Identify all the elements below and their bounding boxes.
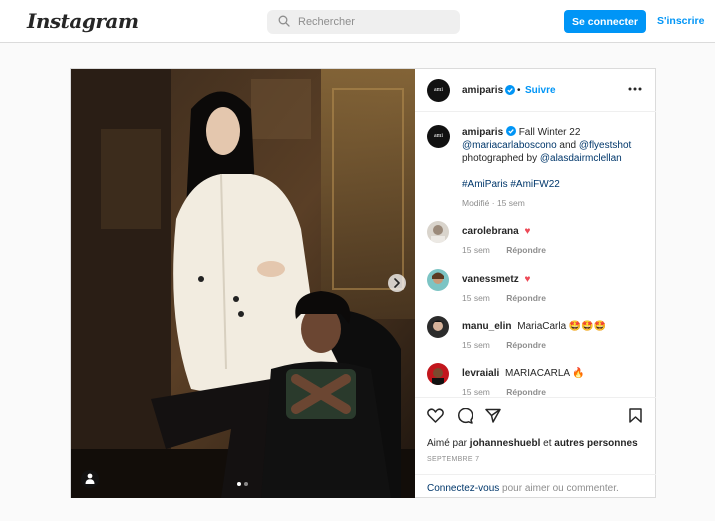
post-header: ami amiparis • Suivre — [415, 69, 656, 112]
separator-dot: • — [517, 85, 521, 96]
top-navigation-bar: Instagram Se connecter S'inscrire — [0, 0, 715, 43]
carousel-dot — [237, 482, 241, 486]
post-photo — [71, 69, 415, 498]
comment-body: MARIACARLA 🔥 — [505, 368, 585, 379]
comment-item: carolebrana ♥ 15 sem Répondre — [415, 221, 656, 267]
comment-time: 15 sem — [462, 387, 490, 397]
comment-item: manu_elin MariaCarla 🤩🤩🤩 15 sem Répondre — [415, 316, 656, 362]
comment-item: vanessmetz ♥ 15 sem Répondre — [415, 269, 656, 315]
likes-and: et — [543, 438, 552, 449]
likes-prefix: Aimé par — [427, 438, 468, 449]
heart-icon[interactable] — [427, 408, 444, 423]
carousel-dot — [244, 482, 248, 486]
caption-hashtag[interactable]: #AmiFW22 — [510, 179, 559, 190]
post-date: SEPTEMBRE 7 — [427, 456, 480, 463]
caption-author-username[interactable]: amiparis — [462, 127, 503, 138]
comment-meta: 15 sem Répondre — [462, 293, 546, 303]
carousel-indicator — [237, 482, 251, 487]
post-card: ami amiparis • Suivre ami amiparis Fall … — [70, 68, 656, 498]
comment-body: MariaCarla 🤩🤩🤩 — [517, 321, 607, 332]
login-button[interactable]: Se connecter — [564, 10, 646, 33]
comment-text: carolebrana ♥ — [462, 226, 530, 237]
avatar-image — [427, 316, 449, 338]
comment-text: vanessmetz ♥ — [462, 274, 530, 285]
post-media[interactable] — [71, 69, 415, 498]
comment-text: levraiali MARIACARLA 🔥 — [462, 368, 585, 379]
share-icon[interactable] — [485, 408, 501, 423]
comment-time: 15 sem — [462, 245, 490, 255]
commenter-avatar[interactable] — [427, 221, 449, 243]
avatar-image — [427, 269, 449, 291]
search-input[interactable] — [298, 12, 448, 32]
search-icon — [278, 15, 290, 27]
comment-text: manu_elin MariaCarla 🤩🤩🤩 — [462, 321, 606, 332]
verified-badge-icon — [505, 85, 515, 95]
comment-icon[interactable] — [457, 408, 473, 424]
comment-time: 15 sem — [462, 340, 490, 350]
comment-item: levraiali MARIACARLA 🔥 15 sem Répondre — [415, 363, 656, 397]
post-actions: Aimé par johanneshuebl et autres personn… — [415, 397, 656, 499]
avatar-image — [427, 363, 449, 385]
avatar-image — [427, 221, 449, 243]
caption-meta: Modifié · 15 sem — [462, 198, 525, 208]
liker-username[interactable]: johanneshuebl — [470, 438, 541, 449]
reply-button[interactable]: Répondre — [506, 387, 546, 397]
author-username[interactable]: amiparis — [462, 85, 503, 96]
comment-time: 15 sem — [462, 293, 490, 303]
commenter-avatar[interactable] — [427, 316, 449, 338]
login-link[interactable]: Connectez-vous — [427, 483, 499, 494]
caption-text: and — [559, 140, 577, 151]
comment-meta: 15 sem Répondre — [462, 340, 546, 350]
likes-others-link[interactable]: autres personnes — [554, 438, 637, 449]
caption-hashtag[interactable]: #AmiParis — [462, 179, 508, 190]
login-suffix: pour aimer ou commenter. — [502, 483, 619, 494]
chevron-right-icon — [394, 278, 400, 288]
tagged-users-button[interactable] — [81, 470, 99, 488]
reply-button[interactable]: Répondre — [506, 340, 546, 350]
commenter-username[interactable]: vanessmetz — [462, 274, 519, 285]
commenter-username[interactable]: carolebrana — [462, 226, 519, 237]
commenter-avatar[interactable] — [427, 363, 449, 385]
carousel-next-button[interactable] — [388, 274, 406, 292]
reply-button[interactable]: Répondre — [506, 293, 546, 303]
reply-button[interactable]: Répondre — [506, 245, 546, 255]
comments-scroll-area[interactable]: ami amiparis Fall Winter 22 @mariacarlab… — [415, 113, 656, 397]
comment-body: ♥ — [524, 274, 531, 285]
comment-meta: 15 sem Répondre — [462, 245, 546, 255]
comment-body: ♥ — [524, 226, 531, 237]
search-box[interactable] — [267, 10, 460, 34]
caption-text: Fall Winter 22 — [518, 127, 581, 138]
comment-meta: 15 sem Répondre — [462, 387, 546, 397]
bookmark-icon[interactable] — [629, 408, 642, 423]
instagram-logo[interactable]: Instagram — [27, 9, 139, 33]
caption-mention[interactable]: @mariacarlaboscono — [462, 140, 557, 151]
post-caption: amiparis Fall Winter 22 @mariacarlabosco… — [462, 126, 647, 210]
login-prompt: Connectez-vous pour aimer ou commenter. — [415, 474, 656, 500]
signup-link[interactable]: S'inscrire — [657, 15, 704, 27]
caption-text: photographed by — [462, 153, 538, 164]
commenter-username[interactable]: manu_elin — [462, 321, 511, 332]
caption-author-avatar[interactable]: ami — [427, 125, 450, 148]
follow-button[interactable]: Suivre — [525, 85, 556, 96]
commenter-username[interactable]: levraiali — [462, 368, 499, 379]
post-side-panel: ami amiparis • Suivre ami amiparis Fall … — [415, 69, 656, 498]
caption-mention[interactable]: @flyestshot — [579, 140, 631, 151]
login-prompt-text: Connectez-vous pour aimer ou commenter. — [427, 483, 619, 494]
commenter-avatar[interactable] — [427, 269, 449, 291]
user-icon — [85, 473, 95, 484]
likes-summary: Aimé par johanneshuebl et autres personn… — [427, 438, 638, 449]
verified-badge-icon — [505, 126, 516, 136]
author-avatar[interactable]: ami — [427, 79, 450, 102]
caption-mention[interactable]: @alasdairmclellan — [540, 153, 622, 164]
more-options-icon[interactable] — [628, 87, 642, 91]
